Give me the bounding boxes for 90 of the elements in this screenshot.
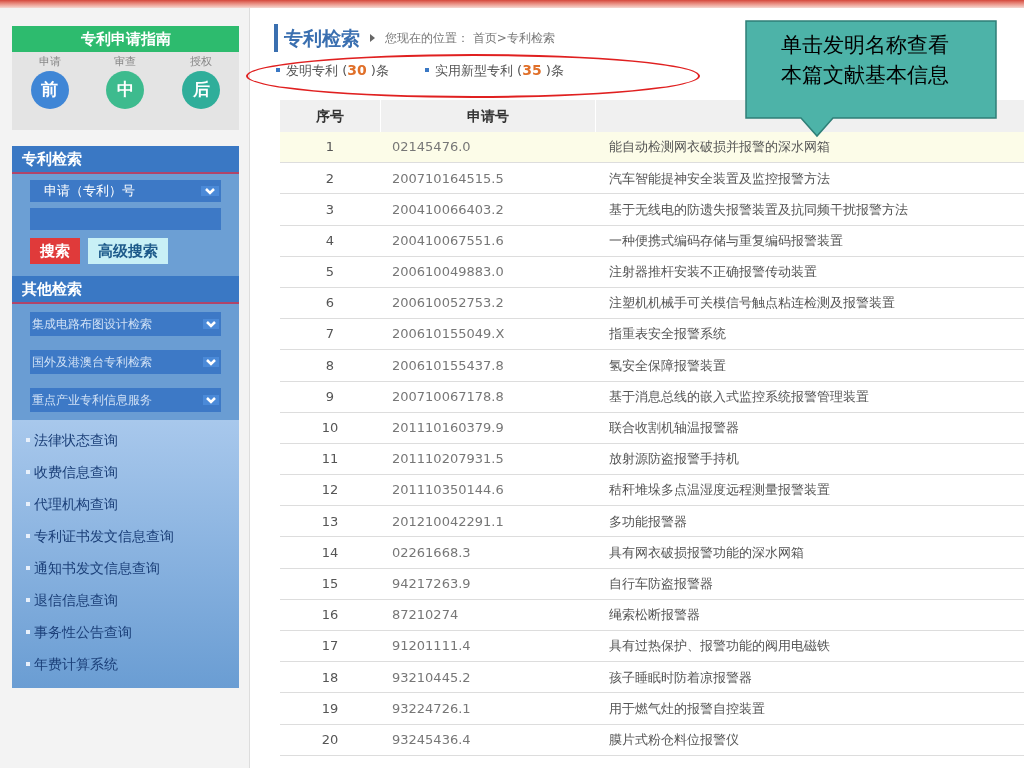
row-number: 7 [324,325,336,344]
dropdown-caret-icon [204,357,218,367]
query-link[interactable]: 事务性公告查询 [26,616,225,648]
dropdown-caret-icon [204,395,218,405]
row-number: 18 [320,668,340,687]
application-number: 87210274 [391,606,460,625]
application-number: 94217263.9 [391,574,472,593]
invention-name-link[interactable]: 多功能报警器 [595,506,1024,537]
row-number: 11 [320,450,340,469]
guide-header: 专利申请指南 [12,26,239,52]
breadcrumb: 您现在的位置： 首页>专利检索 [385,30,555,47]
application-number: 200410067551.6 [391,231,505,250]
row-number: 15 [320,574,340,593]
other-search-header: 其他检索 [12,276,239,304]
search-button[interactable]: 高级搜索 [88,238,168,264]
invention-name-link[interactable]: 秸秆堆垛多点温湿度远程测量报警装置 [595,475,1024,506]
invention-name-link[interactable]: 基于无线电的防遗失报警装置及抗同频干扰报警方法 [595,194,1024,225]
row-number: 4 [324,231,336,250]
invention-name-link[interactable]: 指重表安全报警系统 [595,319,1024,350]
invention-name-link[interactable]: 用于燃气灶的报警自控装置 [595,693,1024,724]
search-type-select[interactable]: 重点产业专利信息服务 [30,388,221,412]
application-number: 02261668.3 [391,543,472,562]
application-number: 91201111.4 [391,637,472,656]
application-number: 200410066403.2 [391,200,505,219]
invention-name-link[interactable]: 孩子睡眠时防着凉报警器 [595,662,1024,693]
application-number: 200610052753.2 [391,294,505,313]
column-header: 序号 [315,106,345,126]
query-link[interactable]: 专利证书发文信息查询 [26,520,225,552]
row-number: 19 [320,699,340,718]
row-number: 17 [320,637,340,656]
query-link[interactable]: 年费计算系统 [26,648,225,680]
invention-name-link[interactable]: 注射器推杆安装不正确报警传动装置 [595,256,1024,287]
row-number: 2 [324,169,336,188]
step-label: 授权 [190,54,213,70]
search-header: 专利检索 [12,146,239,174]
application-number: 201210042291.1 [391,512,505,531]
row-number: 16 [320,606,340,625]
application-number: 200610155437.8 [391,356,505,375]
step-label: 审查 [114,54,137,70]
invention-name-link[interactable]: 汽车智能提神安全装置及监控报警方法 [595,163,1024,194]
application-number: 200710067178.8 [391,387,505,406]
invention-name-link[interactable]: 联合收割机轴温报警器 [595,412,1024,443]
invention-name-link[interactable]: 注塑机机械手可关模信号触点粘连检测及报警装置 [595,287,1024,319]
search-button[interactable]: 搜索 [30,238,80,264]
invention-name-link[interactable]: 自行车防盗报警器 [595,568,1024,599]
row-number: 12 [320,481,340,500]
application-number: 201110350144.6 [391,481,505,500]
application-number: 201110160379.9 [391,419,505,438]
row-number: 10 [320,419,340,438]
row-number: 20 [320,730,340,749]
invention-name-link[interactable]: 具有过热保护、报警功能的阀用电磁铁 [595,631,1024,662]
callout-text: 单击发明名称查看本篇文献基本信息 [781,32,950,89]
row-number: 9 [324,387,336,406]
triangle-icon [370,34,375,42]
query-link[interactable]: 收费信息查询 [26,456,225,488]
dropdown-caret-icon [204,319,218,329]
application-number: 200710164515.5 [391,169,505,188]
query-link[interactable]: 代理机构查询 [26,488,225,520]
query-link[interactable]: 退信信息查询 [26,584,225,616]
application-number: 02145476.0 [391,138,472,157]
invention-name-link[interactable]: 一种便携式编码存储与重复编码报警装置 [595,225,1024,256]
patent-type-tab[interactable]: 发明专利 (30 )条 [276,59,389,81]
row-number: 14 [320,543,340,562]
invention-name-link[interactable]: 能自动检测网衣破损并报警的深水网箱 [595,132,1024,163]
row-number: 6 [324,294,336,313]
invention-name-link[interactable]: 具有网衣破损报警功能的深水网箱 [595,537,1024,568]
invention-name-link[interactable]: 膜片式粉仓料位报警仪 [595,724,1024,755]
row-number: 13 [320,512,340,531]
field-type-select[interactable]: 申请（专利）号 [30,180,221,202]
invention-name-link[interactable]: 基于消息总线的嵌入式监控系统报警管理装置 [595,381,1024,412]
application-number: 201110207931.5 [391,450,505,469]
dropdown-caret-icon [203,186,217,196]
query-link[interactable]: 法律状态查询 [26,424,225,456]
search-input[interactable] [30,208,221,230]
row-number: 5 [324,263,336,282]
page-title: 专利检索 [274,23,360,53]
application-number: 200610049883.0 [391,263,505,282]
step-label: 申请 [38,54,61,70]
row-number: 8 [324,356,336,375]
application-number: 93210445.2 [391,668,472,687]
row-number: 1 [324,138,336,157]
application-number: 93224726.1 [391,699,472,718]
application-number: 200610155049.X [391,325,506,344]
invention-name-link[interactable]: 绳索松断报警器 [595,599,1024,630]
query-link[interactable]: 通知书发文信息查询 [26,552,225,584]
invention-name-link[interactable]: 氢安全保障报警装置 [595,350,1024,381]
row-number: 3 [324,200,336,219]
application-number: 93245436.4 [391,730,472,749]
invention-name-link[interactable]: 放射源防盗报警手持机 [595,443,1024,475]
patent-type-tab[interactable]: 实用新型专利 (35 )条 [424,59,564,81]
